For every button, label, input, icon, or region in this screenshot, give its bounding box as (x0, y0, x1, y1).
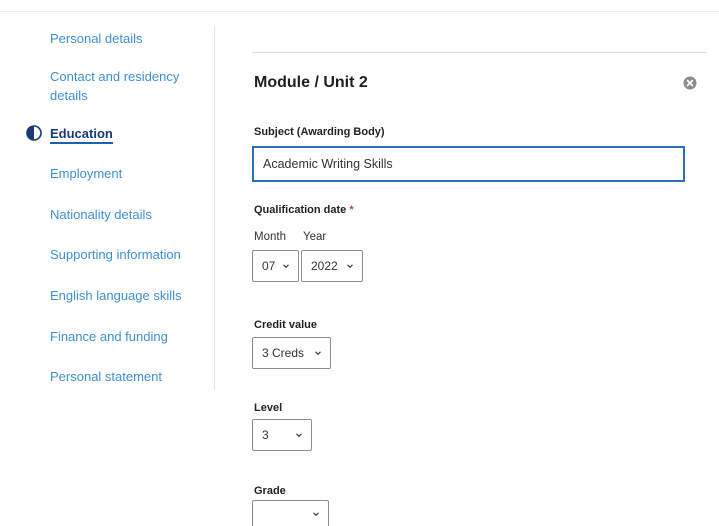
sidebar-item-finance[interactable]: Finance and funding (50, 327, 168, 346)
month-select-value: 07 (262, 259, 276, 273)
sidebar-item-supporting-info[interactable]: Supporting information (50, 245, 181, 264)
subject-label: Subject (Awarding Body) (254, 126, 385, 138)
chevron-down-icon (296, 433, 302, 438)
chevron-down-icon (283, 264, 289, 269)
sidebar-item-label: Education (50, 126, 113, 144)
sidebar-nav: Personal details Contact and residency d… (0, 0, 215, 526)
sidebar-item-label: Employment (50, 166, 123, 181)
qualification-date-label: Qualification date * (254, 204, 354, 216)
sidebar-item-label: Supporting information (50, 247, 181, 262)
chevron-down-icon (313, 512, 319, 517)
grade-label: Grade (254, 485, 286, 497)
section-title: Module / Unit 2 (254, 74, 368, 91)
section-divider (252, 52, 706, 53)
credit-value-select-value: 3 Creds (262, 346, 305, 360)
sidebar-item-label: Finance and funding (50, 329, 168, 344)
half-circle-icon (26, 125, 42, 141)
grade-select[interactable] (252, 500, 329, 526)
year-label: Year (303, 231, 327, 243)
sidebar-item-nationality[interactable]: Nationality details (50, 205, 152, 224)
sidebar-item-employment[interactable]: Employment (50, 164, 122, 183)
sidebar-item-education[interactable]: Education (50, 124, 113, 144)
chevron-down-icon (347, 264, 353, 269)
subject-input[interactable] (252, 146, 685, 182)
level-select[interactable]: 3 (252, 419, 312, 451)
chevron-down-icon (315, 351, 321, 356)
level-label: Level (254, 402, 283, 414)
sidebar-divider (214, 25, 215, 390)
close-circle-icon[interactable] (683, 76, 697, 90)
month-select[interactable]: 07 (252, 250, 299, 282)
year-select-value: 2022 (311, 259, 338, 273)
level-select-value: 3 (262, 428, 269, 442)
required-marker: * (349, 204, 354, 216)
sidebar-item-personal-details[interactable]: Personal details (50, 29, 143, 48)
qualification-date-label-text: Qualification date (254, 204, 347, 216)
sidebar-item-english-skills[interactable]: English language skills (50, 286, 182, 305)
month-label: Month (254, 231, 286, 243)
sidebar-item-label: Personal details (50, 31, 143, 46)
year-select[interactable]: 2022 (301, 250, 363, 282)
sidebar-item-label: Personal statement (50, 369, 163, 384)
credit-value-select[interactable]: 3 Creds (252, 337, 331, 369)
sidebar-item-label: English language skills (50, 288, 182, 303)
sidebar-item-label: Contact and residency details (50, 69, 180, 103)
sidebar-item-personal-statement[interactable]: Personal statement (50, 367, 162, 386)
sidebar-item-label: Nationality details (50, 207, 152, 222)
credit-value-label: Credit value (254, 319, 317, 331)
sidebar-item-contact-residency[interactable]: Contact and residency details (50, 67, 200, 105)
